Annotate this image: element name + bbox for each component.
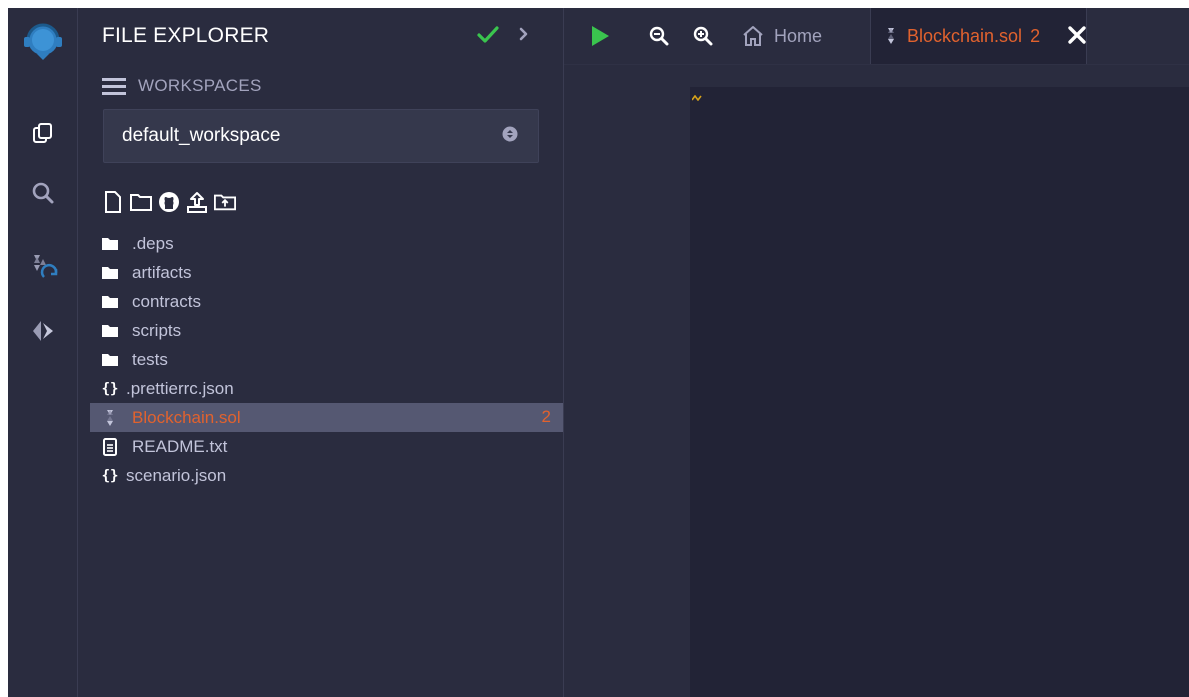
close-icon[interactable]	[1067, 25, 1087, 45]
workspaces-label: WORKSPACES	[138, 76, 262, 95]
select-arrows-icon	[502, 126, 518, 142]
deploy-run-icon[interactable]	[8, 307, 77, 355]
warning-squiggle	[691, 88, 702, 102]
tree-item-label: README.txt	[132, 436, 228, 456]
tree-item-label: .prettierrc.json	[126, 378, 234, 398]
file-tree: .deps artifacts contracts scripts tests …	[90, 229, 563, 490]
zoom-in-icon[interactable]	[691, 24, 715, 48]
tree-item-tests[interactable]: tests	[90, 345, 563, 374]
tree-item-scenario[interactable]: {} scenario.json	[90, 461, 563, 490]
tree-item-label: artifacts	[132, 262, 192, 282]
folder-icon	[100, 350, 120, 370]
tree-item-label: scripts	[132, 320, 182, 340]
workspace-select[interactable]: default_workspace	[103, 109, 539, 163]
json-file-icon: {}	[101, 380, 119, 397]
zoom-out-icon[interactable]	[647, 24, 671, 48]
json-file-icon: {}	[101, 467, 119, 484]
solidity-file-icon	[100, 408, 120, 428]
tree-item-prettierrc[interactable]: {} .prettierrc.json	[90, 374, 563, 403]
remix-logo-icon[interactable]	[8, 12, 77, 72]
explorer-toolbar	[102, 189, 236, 215]
icon-rail	[8, 8, 78, 697]
workspaces-header[interactable]: WORKSPACES	[102, 74, 262, 98]
editor-tab-bar: Home Blockchain.sol 2	[564, 8, 1189, 65]
tree-item-blockchain-sol[interactable]: Blockchain.sol 2	[90, 403, 563, 432]
tree-item-scripts[interactable]: scripts	[90, 316, 563, 345]
folder-icon	[100, 321, 120, 341]
file-explorer-panel: FILE EXPLORER WORKSPACES default_workspa	[78, 8, 564, 697]
tab-file-label: Blockchain.sol	[907, 25, 1023, 46]
new-file-icon[interactable]	[102, 190, 124, 214]
hamburger-menu-icon[interactable]	[102, 76, 126, 96]
check-icon	[476, 22, 500, 46]
tree-item-label: contracts	[132, 291, 201, 311]
folder-icon	[100, 234, 120, 254]
workspace-select-value: default_workspace	[122, 125, 281, 146]
file-explorer-icon[interactable]	[8, 109, 77, 157]
panel-title: FILE EXPLORER	[102, 24, 270, 47]
search-icon[interactable]	[8, 169, 77, 217]
tab-problem-count: 2	[1030, 25, 1041, 46]
upload-icon[interactable]	[186, 190, 208, 214]
problem-count-badge: 2	[541, 407, 551, 426]
tree-item-readme[interactable]: README.txt	[90, 432, 563, 461]
tree-item-label: .deps	[132, 233, 174, 253]
solidity-compiler-icon[interactable]	[8, 244, 77, 292]
folder-icon	[100, 292, 120, 312]
chevron-right-icon[interactable]	[516, 25, 532, 43]
import-folder-icon[interactable]	[214, 190, 236, 214]
github-icon[interactable]	[158, 190, 180, 214]
tree-item-label: scenario.json	[126, 465, 227, 485]
current-line-highlight[interactable]	[690, 65, 1189, 87]
tab-blockchain-sol[interactable]: Blockchain.sol 2	[870, 8, 1087, 64]
play-icon[interactable]	[588, 24, 612, 48]
tab-home-label: Home	[774, 25, 823, 46]
tree-item-label: tests	[132, 349, 168, 369]
tab-home[interactable]: Home	[742, 22, 822, 50]
home-icon	[742, 25, 764, 47]
tree-item-label: Blockchain.sol	[132, 407, 241, 427]
line-number-gutter	[564, 65, 690, 697]
text-file-icon	[100, 437, 120, 457]
folder-icon	[100, 263, 120, 283]
new-folder-icon[interactable]	[130, 190, 152, 214]
editor-area: Home Blockchain.sol 2	[564, 8, 1189, 697]
solidity-file-icon	[885, 28, 897, 44]
tree-item-contracts[interactable]: contracts	[90, 287, 563, 316]
remix-ide: FILE EXPLORER WORKSPACES default_workspa	[8, 8, 1189, 697]
tree-item-deps[interactable]: .deps	[90, 229, 563, 258]
tree-item-artifacts[interactable]: artifacts	[90, 258, 563, 287]
